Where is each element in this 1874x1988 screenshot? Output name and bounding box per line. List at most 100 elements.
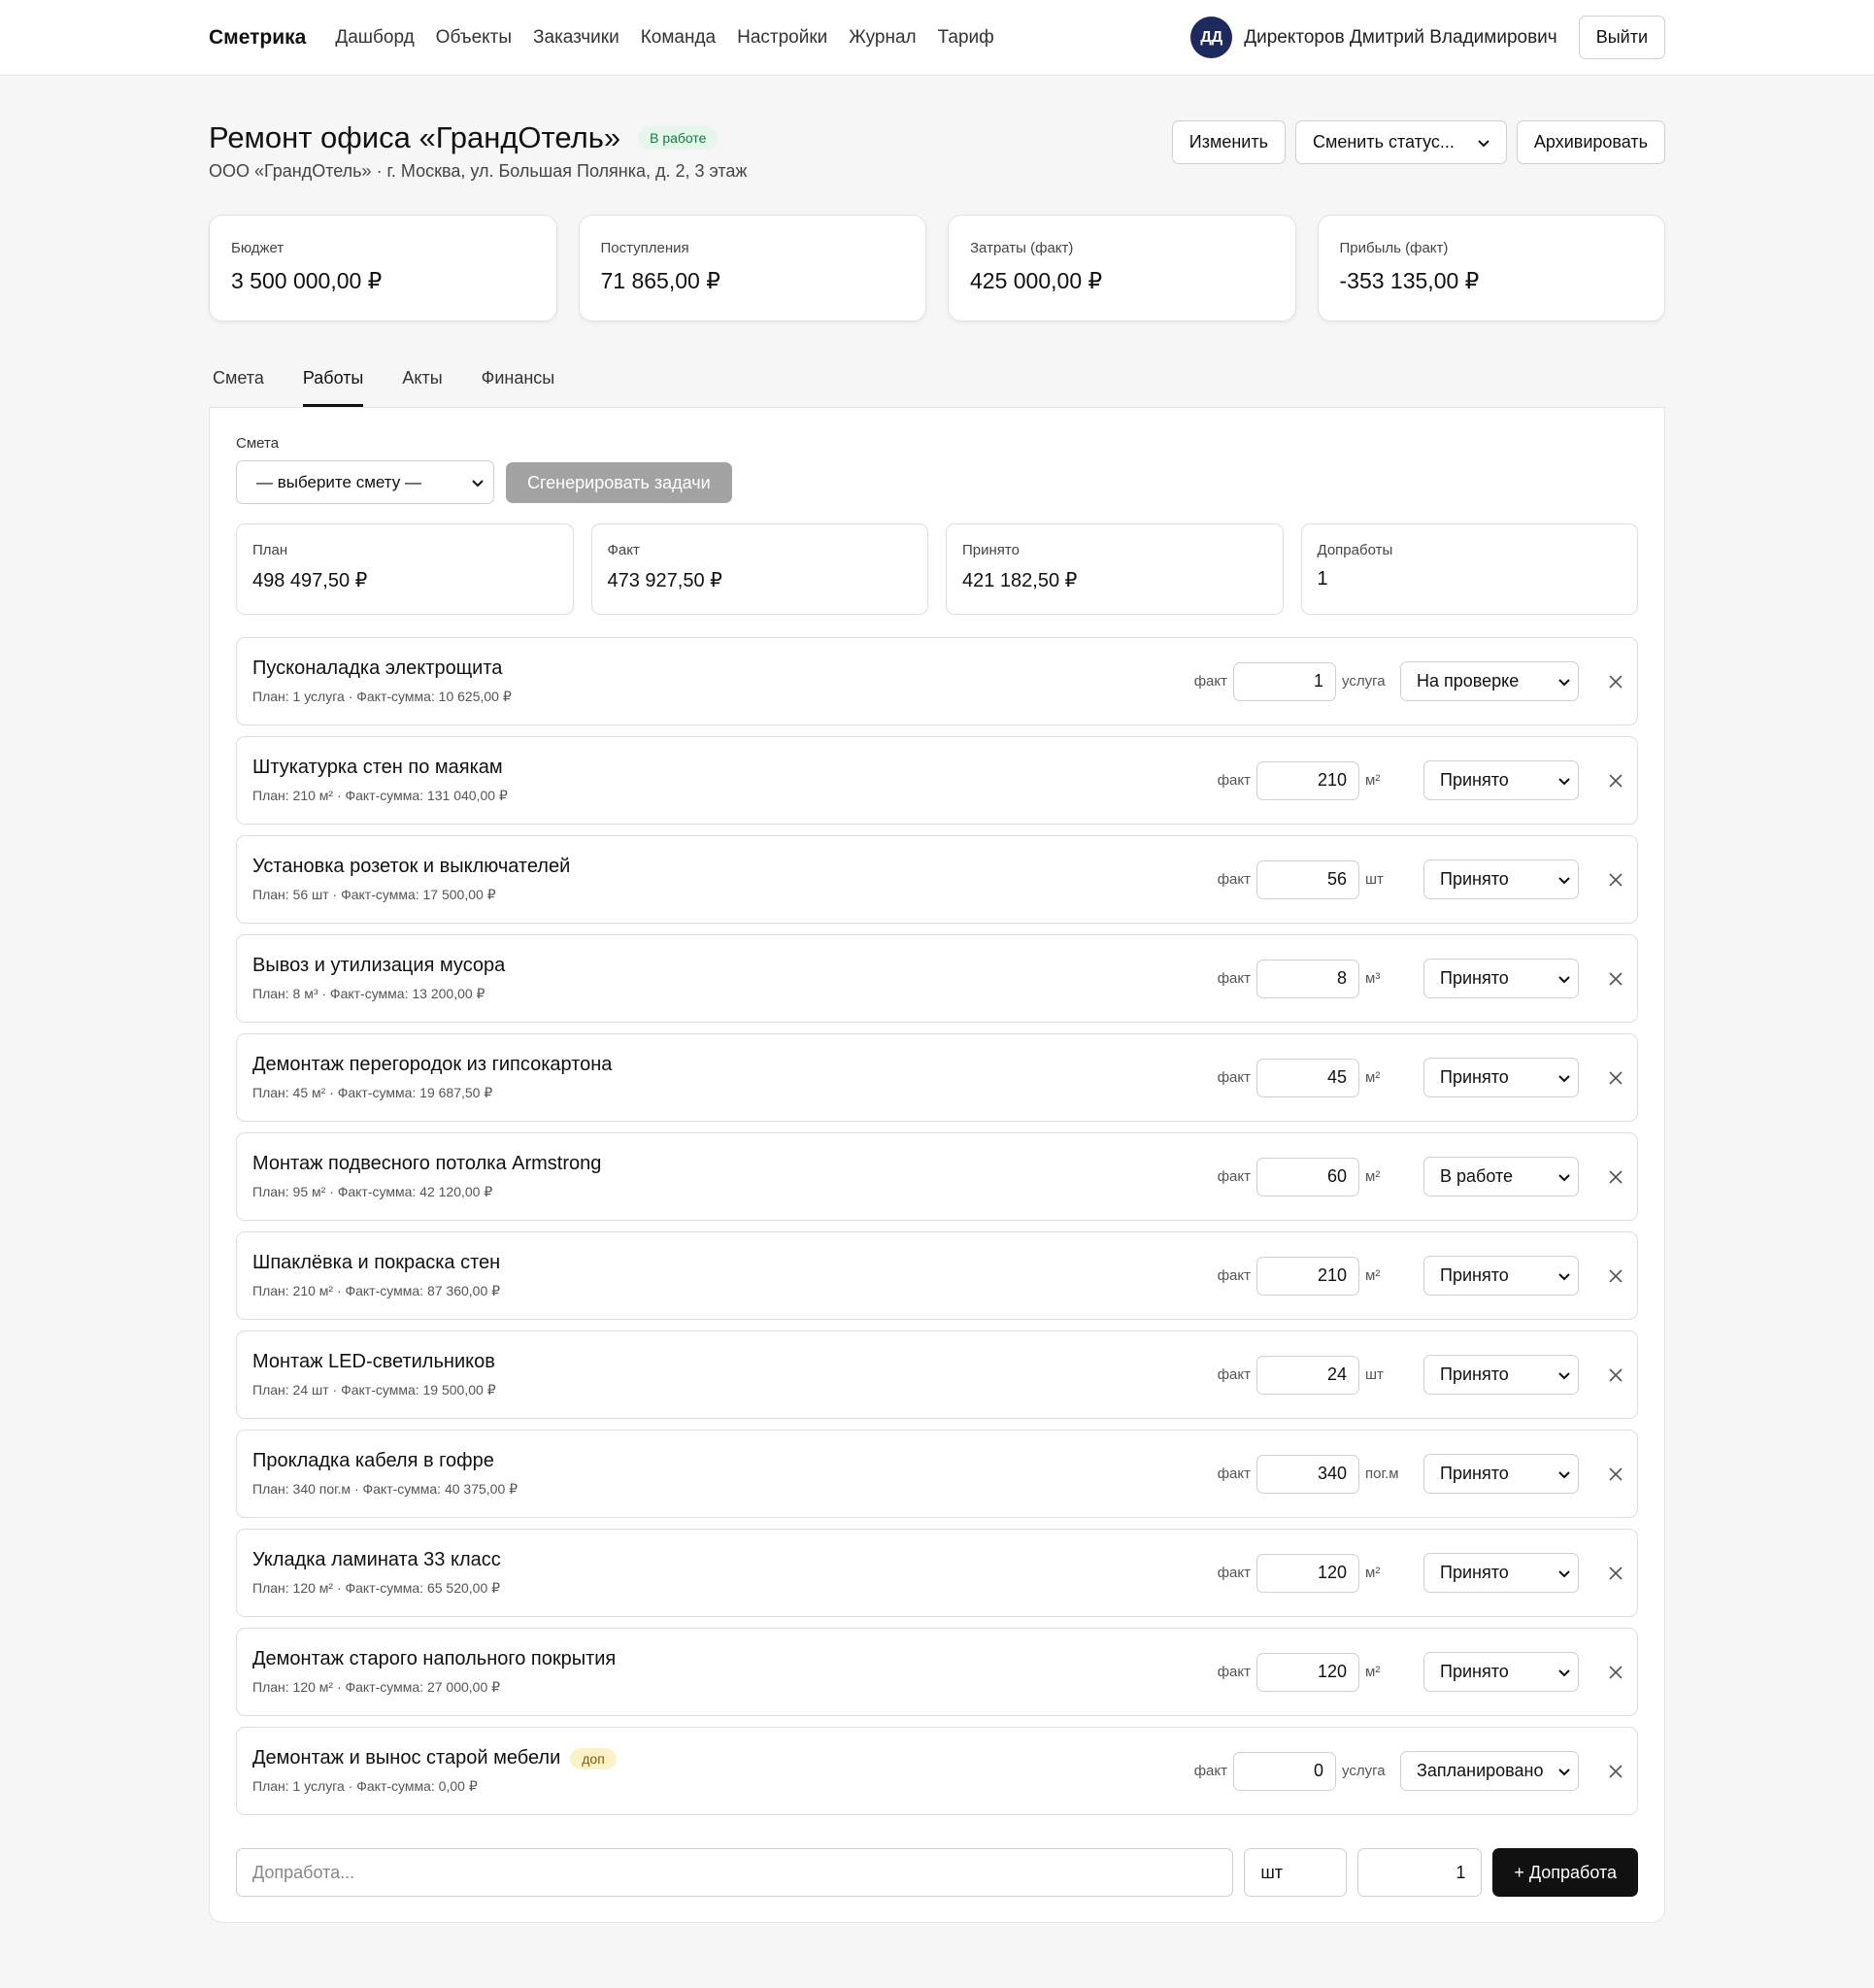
extra-work-name-input[interactable]: Допработа... [236,1848,1234,1897]
task-status-select[interactable]: Принято [1423,760,1579,800]
chevron-down-icon [1558,1265,1570,1286]
fact-quantity-input[interactable]: 340 [1256,1454,1359,1494]
nav-link-settings[interactable]: Настройки [737,27,827,49]
fact-label: факт [1217,1168,1251,1185]
summary-plan: План 498 497,50 ₽ [236,523,574,615]
add-extra-work-row: Допработа... шт 1 + Допработа [236,1848,1638,1897]
brand-logo[interactable]: Сметрика [209,26,306,50]
fact-quantity-input[interactable]: 1 [1233,661,1336,701]
top-navbar: Сметрика Дашборд Объекты Заказчики Коман… [0,0,1874,76]
stat-value: 3 500 000,00 ₽ [231,268,383,293]
chevron-down-icon [1558,968,1570,989]
unit-label: м² [1365,772,1381,789]
close-icon[interactable] [1579,864,1623,894]
fact-quantity-input[interactable]: 120 [1256,1553,1359,1593]
summary-label: Принято [962,542,1020,558]
estimate-select[interactable]: — выберите смету — [236,460,494,504]
stats-cards: Бюджет 3 500 000,00 ₽ Поступления 71 865… [209,215,1665,321]
fact-quantity-input[interactable]: 8 [1256,959,1359,998]
stat-label: Поступления [600,240,689,256]
unit-label: м² [1365,1069,1381,1086]
chevron-down-icon [1558,1067,1570,1088]
logout-button[interactable]: Выйти [1578,16,1665,59]
task-name: Монтаж LED-светильников [252,1351,495,1372]
add-extra-work-button[interactable]: + Допработа [1492,1848,1638,1897]
task-row: Вывоз и утилизация мусора План: 8 м³ · Фа… [236,934,1638,1023]
task-status-select[interactable]: Принято [1423,1256,1579,1296]
nav-link-journal[interactable]: Журнал [849,27,916,49]
task-status-select[interactable]: Принято [1423,859,1579,899]
task-meta: План: 95 м² · Факт-сумма: 42 120,00 ₽ [252,1184,493,1199]
task-status-select[interactable]: Запланировано [1400,1751,1579,1791]
nav-link-tariff[interactable]: Тариф [938,27,994,49]
tab-acts[interactable]: Акты [402,368,442,407]
task-name: Монтаж подвесного потолка Armstrong [252,1153,602,1174]
tab-estimate[interactable]: Смета [213,368,264,407]
task-meta: План: 210 м² · Факт-сумма: 87 360,00 ₽ [252,1283,501,1298]
main-nav: Дашборд Объекты Заказчики Команда Настро… [335,27,993,49]
task-status-select[interactable]: Принято [1423,1058,1579,1097]
fact-quantity-input[interactable]: 60 [1256,1157,1359,1196]
stat-card-budget: Бюджет 3 500 000,00 ₽ [209,215,557,321]
task-status-select[interactable]: В работе [1423,1157,1579,1196]
status-badge: В работе [638,126,719,150]
unit-label: услуга [1342,1763,1386,1779]
summary-extra-works: Допработы 1 [1300,523,1638,615]
nav-link-dashboard[interactable]: Дашборд [335,27,414,49]
nav-link-customers[interactable]: Заказчики [533,27,619,49]
edit-button[interactable]: Изменить [1171,120,1286,164]
tab-works[interactable]: Работы [302,368,364,407]
extra-work-unit-input[interactable]: шт [1244,1848,1348,1897]
close-icon[interactable] [1579,1459,1623,1489]
close-icon[interactable] [1579,1657,1623,1687]
fact-quantity-input[interactable]: 210 [1256,1256,1359,1296]
fact-quantity-input[interactable]: 24 [1256,1355,1359,1395]
page-content: Ремонт офиса «ГрандОтель» В работе ООО «… [209,76,1665,1923]
nav-link-team[interactable]: Команда [641,27,716,49]
close-icon[interactable] [1579,1558,1623,1588]
archive-button[interactable]: Архивировать [1516,120,1665,164]
estimate-label: Смета [236,435,280,452]
task-status-select[interactable]: Принято [1423,1652,1579,1692]
unit-label: шт [1365,1366,1384,1383]
stat-value: 71 865,00 ₽ [600,268,720,293]
fact-quantity-input[interactable]: 56 [1256,859,1359,899]
task-row: Шпаклёвка и покраска стен План: 210 м² · … [236,1231,1638,1320]
task-row: Пусконаладка электрощита План: 1 услуга ·… [236,637,1638,725]
tab-finances[interactable]: Финансы [482,368,555,407]
close-icon[interactable] [1579,1162,1623,1192]
close-icon[interactable] [1579,1062,1623,1093]
chevron-down-icon [472,473,484,492]
task-meta: План: 56 шт · Факт-сумма: 17 500,00 ₽ [252,887,496,902]
task-name: Демонтаж перегородок из гипсокартона [252,1054,613,1075]
fact-label: факт [1217,1069,1251,1086]
task-row: Штукатурка стен по маякам План: 210 м² · … [236,736,1638,825]
fact-quantity-input[interactable]: 0 [1233,1751,1336,1791]
generate-tasks-button[interactable]: Сгенерировать задачи [506,462,732,503]
change-status-select[interactable]: Сменить статус... [1294,120,1507,164]
fact-quantity-input[interactable]: 120 [1256,1652,1359,1692]
task-status-value: Принято [1440,1662,1509,1681]
task-status-select[interactable]: Принято [1423,1355,1579,1395]
close-icon[interactable] [1579,765,1623,795]
task-status-select[interactable]: Принято [1423,1454,1579,1494]
close-icon[interactable] [1579,1261,1623,1291]
close-icon[interactable] [1579,1756,1623,1786]
extra-work-qty-input[interactable]: 1 [1357,1848,1483,1897]
close-icon[interactable] [1579,666,1623,696]
fact-quantity-input[interactable]: 45 [1256,1058,1359,1097]
task-status-select[interactable]: Принято [1423,959,1579,998]
close-icon[interactable] [1579,1360,1623,1390]
task-status-select[interactable]: На проверке [1400,661,1579,701]
page-title: Ремонт офиса «ГрандОтель» [209,120,621,154]
fact-quantity-input[interactable]: 210 [1256,760,1359,800]
task-row: Укладка ламината 33 класс План: 120 м² · … [236,1529,1638,1617]
unit-label: услуга [1342,673,1386,690]
user-menu[interactable]: ДД Директоров Дмитрий Владимирович [1190,17,1557,58]
project-header: Ремонт офиса «ГрандОтель» В работе ООО «… [209,76,1665,182]
close-icon[interactable] [1579,963,1623,994]
task-status-select[interactable]: Принято [1423,1553,1579,1593]
chevron-down-icon [1558,1464,1570,1484]
chevron-down-icon [1558,1365,1570,1385]
nav-link-objects[interactable]: Объекты [436,27,512,49]
